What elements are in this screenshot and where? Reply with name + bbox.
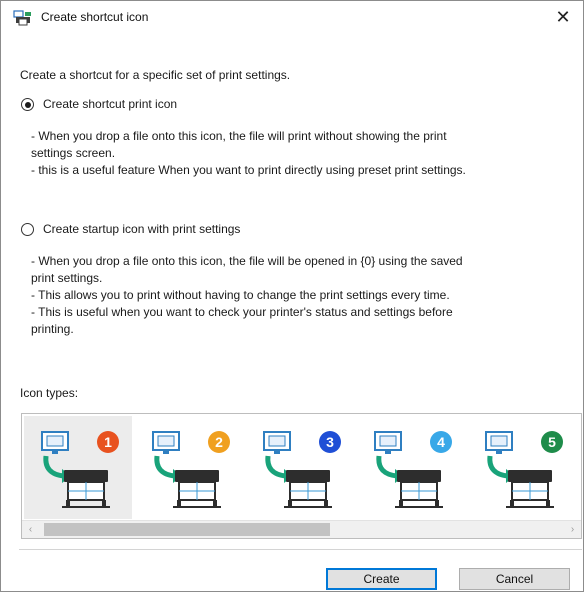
- icon-number-badge: 1: [104, 434, 112, 450]
- horizontal-scrollbar[interactable]: ‹ ›: [22, 520, 581, 538]
- startup-icon-description: - When you drop a file onto this icon, t…: [31, 253, 463, 338]
- icon-type-option[interactable]: 2: [135, 416, 243, 519]
- close-button[interactable]: ✕: [551, 5, 575, 29]
- icon-number-badge: 3: [326, 434, 334, 450]
- intro-text: Create a shortcut for a specific set of …: [20, 68, 291, 82]
- description-line: - This allows you to print without havin…: [31, 288, 450, 302]
- icon-number-badge: 2: [215, 434, 223, 450]
- description-line: printing.: [31, 322, 74, 336]
- description-line: print settings.: [31, 271, 103, 285]
- printer-shortcut-icon-3: 3: [263, 431, 341, 508]
- icon-types-label: Icon types:: [20, 386, 79, 400]
- description-line: - When you drop a file onto this icon, t…: [31, 129, 447, 143]
- create-button[interactable]: Create: [326, 568, 437, 590]
- printer-shortcut-icon-2: 2: [152, 431, 230, 508]
- create-shortcut-dialog: Create shortcut icon ✕ Create a shortcut…: [0, 0, 584, 592]
- printer-shortcut-icon-5: 5: [485, 431, 563, 508]
- shortcut-print-icon-description: - When you drop a file onto this icon, t…: [31, 128, 466, 179]
- icon-types-list[interactable]: 1 2 3 4 5 ‹ ›: [21, 413, 582, 539]
- icon-number-badge: 4: [437, 434, 445, 450]
- printer-app-icon: [13, 10, 31, 26]
- startup-icon-label[interactable]: Create startup icon with print settings: [43, 221, 240, 237]
- icon-type-option[interactable]: 1: [24, 416, 132, 519]
- title-bar: Create shortcut icon ✕: [1, 1, 583, 35]
- printer-shortcut-icon-4: 4: [374, 431, 452, 508]
- icon-number-badge: 5: [548, 434, 556, 450]
- dialog-title: Create shortcut icon: [41, 10, 149, 24]
- cancel-button[interactable]: Cancel: [459, 568, 570, 590]
- icon-type-option[interactable]: 4: [357, 416, 465, 519]
- icon-type-option[interactable]: 5: [468, 416, 576, 519]
- description-line: - This is useful when you want to check …: [31, 305, 453, 319]
- icon-type-option[interactable]: 3: [246, 416, 354, 519]
- scroll-left-arrow-icon[interactable]: ‹: [22, 521, 39, 538]
- scrollbar-thumb[interactable]: [44, 523, 330, 536]
- shortcut-print-icon-label[interactable]: Create shortcut print icon: [43, 96, 177, 112]
- shortcut-print-icon-radio[interactable]: [21, 98, 34, 111]
- description-line: settings screen.: [31, 146, 116, 160]
- scroll-right-arrow-icon[interactable]: ›: [564, 521, 581, 538]
- footer-divider: [19, 549, 582, 550]
- startup-icon-radio[interactable]: [21, 223, 34, 236]
- printer-shortcut-icon-1: 1: [41, 431, 119, 508]
- description-line: - When you drop a file onto this icon, t…: [31, 254, 463, 268]
- description-line: - this is a useful feature When you want…: [31, 163, 466, 177]
